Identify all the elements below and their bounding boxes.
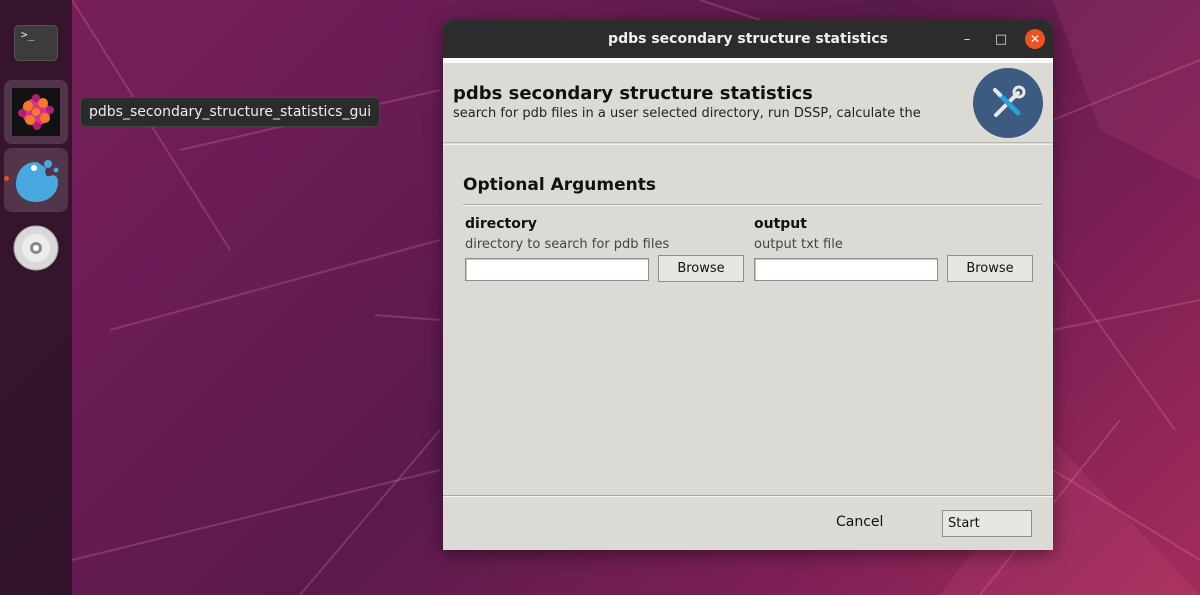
tools-icon — [973, 68, 1043, 138]
dock-tooltip: pdbs_secondary_structure_statistics_gui — [80, 97, 381, 127]
running-indicator — [4, 176, 9, 181]
maximize-button[interactable]: □ — [991, 29, 1011, 49]
header-title: pdbs secondary structure statistics — [453, 83, 813, 104]
app-window: pdbs secondary structure statistics – □ … — [443, 20, 1053, 550]
cancel-button[interactable]: Cancel — [836, 514, 883, 530]
window-titlebar[interactable]: pdbs secondary structure statistics – □ … — [443, 20, 1053, 58]
optical-disc-icon — [13, 225, 59, 271]
output-help: output txt file — [754, 237, 843, 252]
directory-browse-button[interactable]: Browse — [658, 255, 744, 282]
python-app-icon — [16, 160, 59, 202]
start-button[interactable]: Start — [942, 510, 1032, 537]
directory-input[interactable] — [465, 258, 649, 281]
output-label: output — [754, 216, 807, 232]
protein-structure-icon — [12, 88, 60, 136]
dock: >_ — [0, 0, 72, 595]
directory-help: directory to search for pdb files — [465, 237, 670, 252]
output-browse-button[interactable]: Browse — [947, 255, 1033, 282]
app-header: pdbs secondary structure statistics sear… — [443, 63, 1053, 143]
dock-item-python-app[interactable] — [4, 148, 68, 212]
dialog-footer: Cancel Start — [443, 495, 1053, 550]
output-input[interactable] — [754, 258, 938, 281]
close-button[interactable]: ✕ — [1025, 29, 1045, 49]
terminal-icon: >_ — [14, 25, 58, 61]
section-title: Optional Arguments — [463, 175, 656, 195]
dock-item-protein-viewer[interactable] — [4, 80, 68, 144]
dock-item-terminal[interactable]: >_ — [4, 11, 68, 75]
minimize-button[interactable]: – — [957, 29, 977, 49]
directory-label: directory — [465, 216, 537, 232]
section-divider — [463, 204, 1042, 206]
dock-item-disc[interactable] — [4, 216, 68, 280]
form-content: Optional Arguments directory directory t… — [443, 144, 1053, 494]
header-description: search for pdb files in a user selected … — [453, 106, 921, 121]
